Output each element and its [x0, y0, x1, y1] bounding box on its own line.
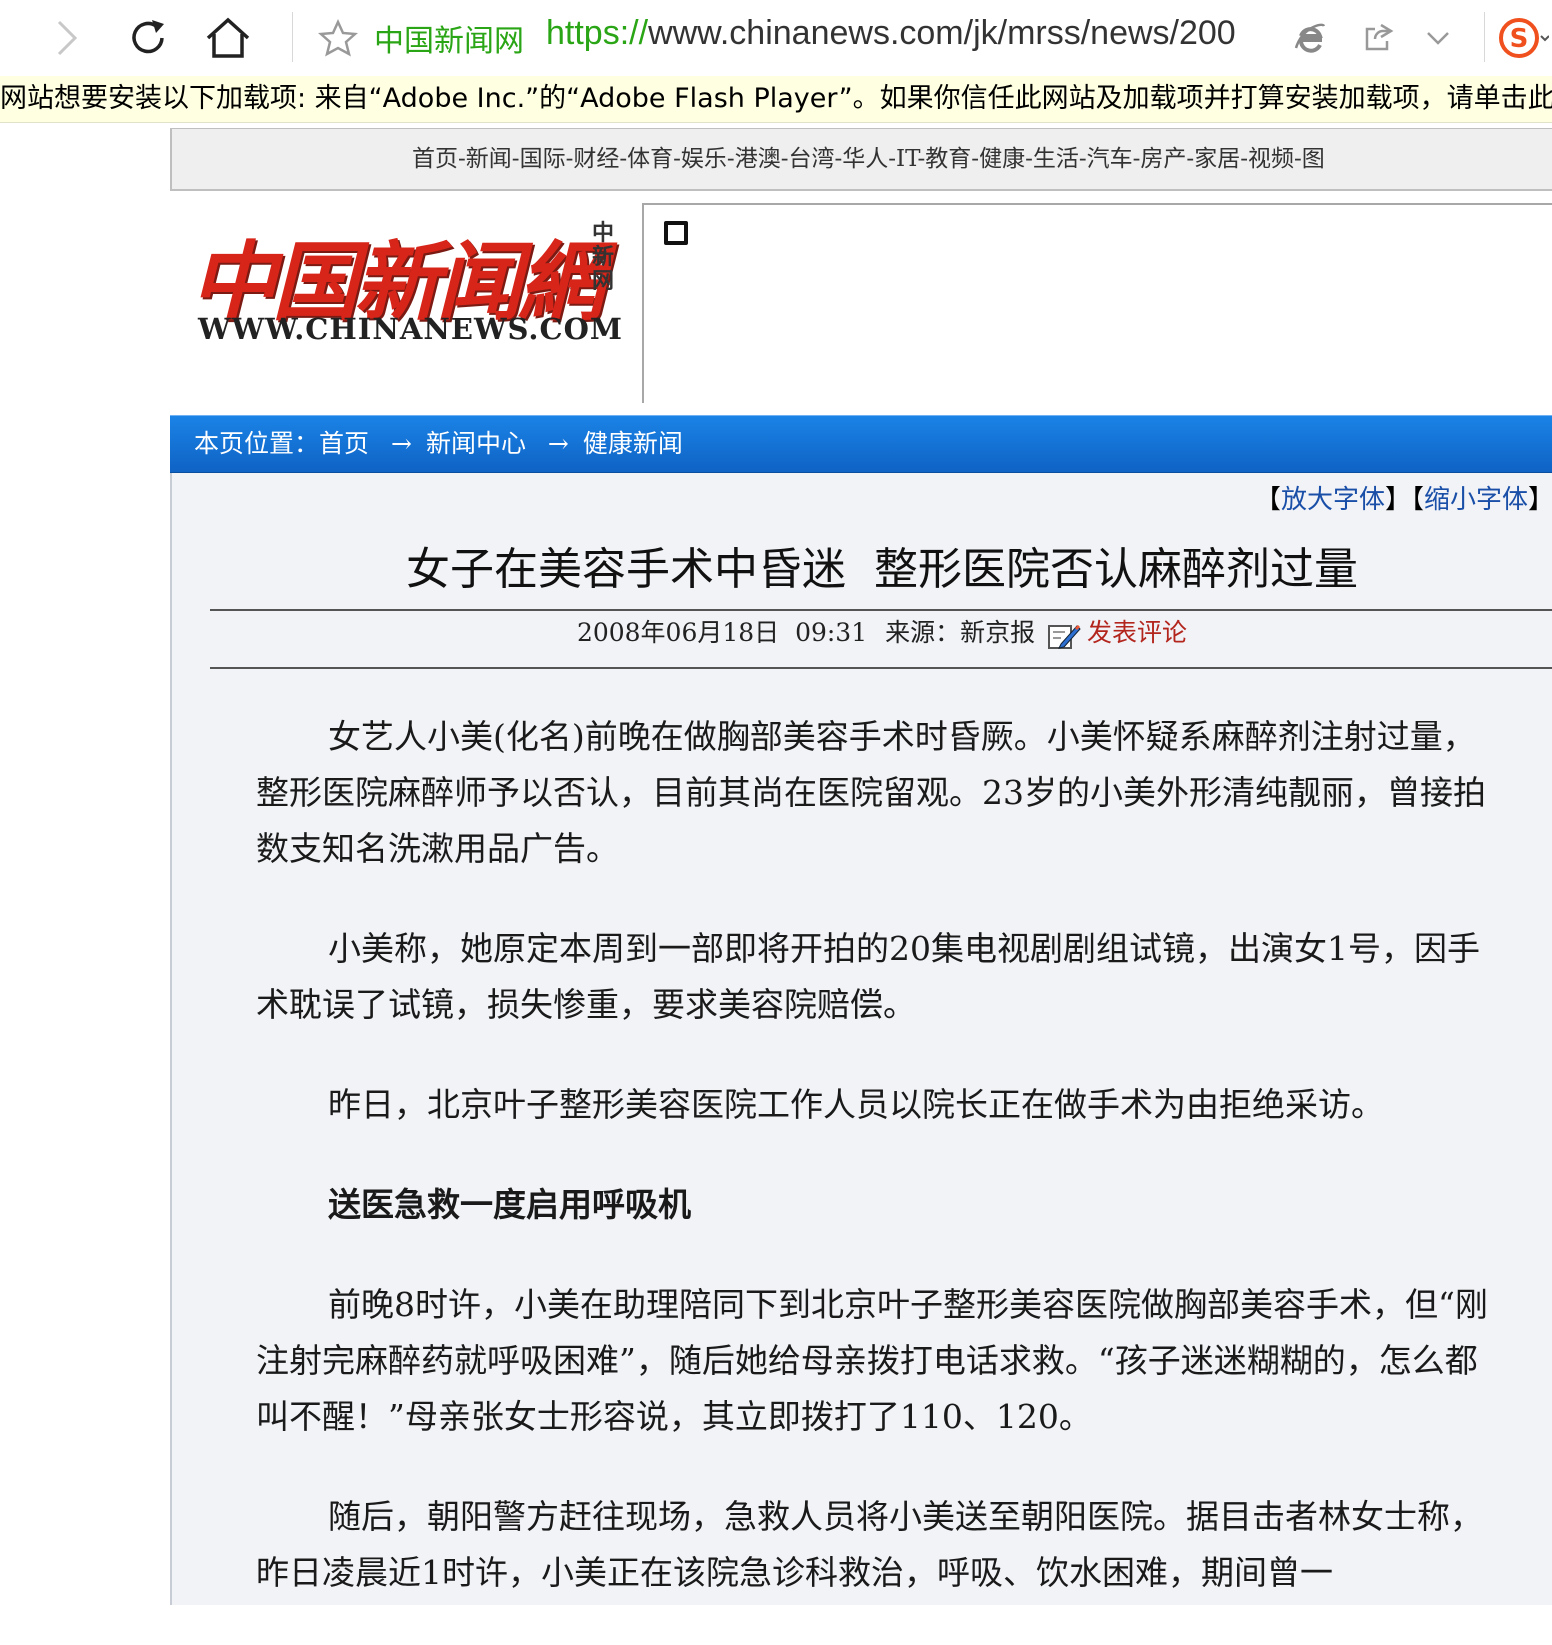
- nav-item[interactable]: 健康: [979, 146, 1025, 172]
- nav-item[interactable]: 财经: [573, 146, 619, 172]
- enlarge-font-link[interactable]: 放大字体: [1281, 485, 1385, 515]
- home-icon: [206, 17, 250, 58]
- url-scheme: https://: [546, 14, 649, 52]
- nav-item[interactable]: 国际: [520, 146, 566, 172]
- font-size-controls: 【放大字体】【缩小字体】: [1254, 485, 1552, 515]
- nav-item[interactable]: 房产: [1140, 146, 1186, 172]
- shrink-font-link[interactable]: 缩小字体: [1424, 485, 1528, 515]
- nav-item[interactable]: 港澳: [735, 146, 781, 172]
- comment-pen-icon[interactable]: [1047, 620, 1081, 650]
- nav-item[interactable]: 首页: [412, 146, 458, 172]
- site-name-label: 中国新闻网: [374, 24, 524, 59]
- article-paragraph: 随后，朝阳警方赶往现场，急救人员将小美送至朝阳医院。据目击者林女士称，昨日凌晨近…: [256, 1497, 1483, 1592]
- sogou-icon: S: [1499, 18, 1549, 58]
- star-icon: [318, 18, 358, 57]
- article-paragraph: 前晚8时许，小美在助理陪同下到北京叶子整形美容医院做胸部美容手术，但“刚注射完麻…: [256, 1285, 1488, 1436]
- missing-plugin-icon: [664, 221, 688, 245]
- chevron-down-icon: [1427, 32, 1449, 45]
- site-logo[interactable]: 中国新闻網 中新网 WWW.CHINANEWS.COM: [190, 212, 623, 352]
- ie-mode-button[interactable]: [1282, 10, 1338, 66]
- nav-item[interactable]: 视频: [1248, 146, 1294, 172]
- breadcrumb-news-center[interactable]: 新闻中心: [426, 429, 526, 458]
- site-nav: 首页-新闻-国际-财经-体育-娱乐-港澳-台湾-华人-IT-教育-健康-生活-汽…: [170, 128, 1552, 191]
- article-paragraph: 女艺人小美(化名)前晚在做胸部美容手术时昏厥。小美怀疑系麻醉剂注射过量，整形医院…: [256, 717, 1486, 868]
- article-container: 【放大字体】【缩小字体】 女子在美容手术中昏迷 整形医院否认麻醉剂过量 2008…: [170, 473, 1552, 1605]
- browser-toolbar: 中国新闻网 https://www.chinanews.com/jk/mrss/…: [0, 0, 1552, 77]
- chevron-right-icon: [57, 20, 78, 56]
- home-button[interactable]: [200, 10, 256, 66]
- logo-vertical-text: 中新网: [591, 221, 614, 294]
- logo-english-text: WWW.CHINANEWS.COM: [198, 312, 623, 346]
- nav-item[interactable]: 汽车: [1087, 146, 1133, 172]
- breadcrumb-health-news[interactable]: 健康新闻: [583, 429, 683, 458]
- flash-banner-placeholder[interactable]: [642, 203, 1552, 403]
- breadcrumb-arrow: →: [547, 429, 569, 458]
- article-paragraph: 小美称，她原定本周到一部即将开拍的20集电视剧剧组试镜，出演女1号，因手术耽误了…: [256, 929, 1480, 1024]
- post-comment-link[interactable]: 发表评论: [1087, 618, 1187, 647]
- share-button[interactable]: [1350, 10, 1406, 66]
- article-subheading: 送医急救一度启用呼吸机: [328, 1185, 691, 1224]
- article-source: 来源：新京报: [885, 618, 1036, 647]
- sogou-extension-button[interactable]: S: [1494, 10, 1552, 66]
- refresh-icon: [132, 20, 164, 54]
- refresh-button[interactable]: [120, 10, 176, 66]
- dropdown-button[interactable]: [1410, 10, 1466, 66]
- title-divider: [210, 609, 1552, 611]
- nav-item[interactable]: 教育: [925, 146, 971, 172]
- article-paragraph: 昨日，北京叶子整形美容医院工作人员以院长正在做手术为由拒绝采访。: [328, 1085, 1384, 1124]
- breadcrumb: 本页位置：首页 → 新闻中心 → 健康新闻: [170, 415, 1552, 474]
- article-datetime: 2008年06月18日 09:31: [576, 618, 868, 647]
- share-icon: [1365, 23, 1394, 51]
- breadcrumb-home[interactable]: 首页: [319, 429, 369, 458]
- breadcrumb-label: 本页位置：: [194, 429, 320, 458]
- svg-text:S: S: [1510, 24, 1529, 54]
- nav-item[interactable]: IT: [896, 146, 917, 172]
- nav-item[interactable]: 体育: [627, 146, 673, 172]
- nav-item[interactable]: 娱乐: [681, 146, 727, 172]
- nav-item[interactable]: 图: [1302, 146, 1325, 172]
- favorite-button[interactable]: [310, 10, 366, 66]
- meta-divider: [210, 667, 1552, 669]
- address-bar[interactable]: https://www.chinanews.com/jk/mrss/news/2…: [546, 14, 1236, 53]
- nav-item[interactable]: 生活: [1033, 146, 1079, 172]
- addon-notification-bar[interactable]: 网站想要安装以下加载项: 来自“Adobe Inc.”的“Adobe Flash…: [0, 76, 1552, 123]
- article-title: 女子在美容手术中昏迷 整形医院否认麻醉剂过量: [406, 544, 1358, 595]
- nav-item[interactable]: 家居: [1194, 146, 1240, 172]
- ie-icon: [1294, 23, 1326, 53]
- article-body: 女艺人小美(化名)前晚在做胸部美容手术时昏厥。小美怀疑系麻醉剂注射过量，整形医院…: [256, 709, 1496, 1645]
- nav-item[interactable]: 华人: [842, 146, 888, 172]
- forward-button[interactable]: [38, 10, 94, 66]
- nav-item[interactable]: 台湾: [788, 146, 834, 172]
- nav-item[interactable]: 新闻: [466, 146, 512, 172]
- article-meta: 2008年06月18日 09:31 来源：新京报 发表评论: [172, 613, 1552, 650]
- breadcrumb-arrow: →: [390, 429, 412, 458]
- url-path: www.chinanews.com/jk/mrss/news/200: [648, 14, 1236, 52]
